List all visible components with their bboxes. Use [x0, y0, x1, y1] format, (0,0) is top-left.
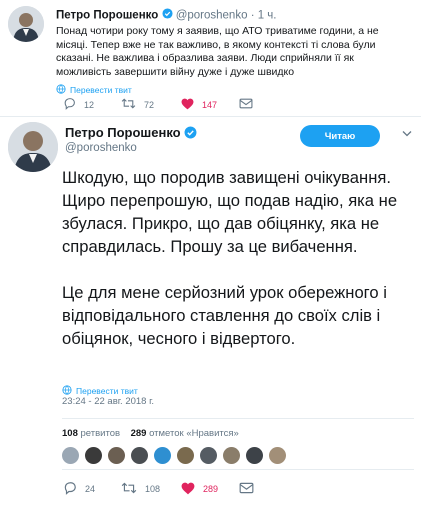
- divider: [62, 418, 414, 419]
- retweet-icon: [121, 97, 136, 112]
- liker-avatar[interactable]: [223, 447, 240, 464]
- verified-badge-icon: [161, 8, 173, 23]
- liker-avatar[interactable]: [200, 447, 217, 464]
- globe-icon: [56, 84, 66, 96]
- retweets-total: 108: [62, 428, 78, 439]
- verified-badge-icon: [184, 126, 197, 142]
- reply-count: 24: [85, 484, 96, 494]
- engagement-stats: 108 ретвитов 289 отметок «Нравится»: [62, 428, 239, 439]
- retweet-button[interactable]: 72: [121, 97, 181, 112]
- likers-avatars: [62, 447, 286, 464]
- tweet-header: Петро Порошенко @poroshenko · 1 ч.: [56, 8, 410, 23]
- retweet-count: 72: [144, 99, 155, 110]
- likes-label: отметок «Нравится»: [149, 428, 239, 439]
- liker-avatar[interactable]: [108, 447, 125, 464]
- author-name-label: Петро Порошенко: [65, 125, 181, 140]
- retweet-icon: [121, 481, 137, 497]
- like-button[interactable]: 147: [181, 98, 239, 112]
- liker-avatar[interactable]: [154, 447, 171, 464]
- author-name[interactable]: Петро Порошенко: [56, 10, 158, 22]
- divider: [62, 469, 414, 470]
- like-button[interactable]: 289: [181, 482, 239, 497]
- liker-avatar[interactable]: [269, 447, 286, 464]
- liker-avatar[interactable]: [131, 447, 148, 464]
- heart-icon: [181, 482, 195, 497]
- envelope-icon: [239, 482, 254, 496]
- retweets-stat[interactable]: 108 ретвитов: [62, 428, 120, 439]
- tweet-paragraph-2: Це для мене серйозний урок обережного і …: [62, 283, 387, 348]
- translate-label: Перевести твит: [70, 85, 132, 96]
- retweet-button[interactable]: 108: [121, 481, 181, 497]
- avatar[interactable]: [8, 122, 58, 172]
- dm-button[interactable]: [239, 482, 254, 496]
- tweet-timestamp[interactable]: 23:24 - 22 авг. 2018 г.: [62, 396, 154, 407]
- reply-button[interactable]: 24: [63, 481, 121, 497]
- likes-stat[interactable]: 289 отметок «Нравится»: [131, 428, 239, 439]
- divider: [0, 116, 421, 117]
- reply-count: 12: [84, 99, 95, 110]
- liker-avatar[interactable]: [85, 447, 102, 464]
- liker-avatar[interactable]: [246, 447, 263, 464]
- likes-total: 289: [130, 428, 147, 439]
- retweet-count: 108: [145, 484, 161, 494]
- tweet-time[interactable]: · 1 ч.: [251, 10, 277, 22]
- like-count: 289: [203, 484, 219, 494]
- heart-icon: [181, 98, 194, 112]
- like-count: 147: [202, 99, 218, 110]
- envelope-icon: [239, 98, 253, 111]
- translate-label: Перевести твит: [76, 386, 138, 396]
- tweet-text: Понад чотири року тому я заявив, що АТО …: [56, 25, 379, 78]
- tweet-actions: 24 108 289: [63, 481, 254, 497]
- tweet-paragraph-1: Шкодую, що породив завищені очікування. …: [62, 168, 398, 256]
- translate-link[interactable]: Перевести твит: [56, 84, 410, 96]
- tweet-text: Шкодую, що породив завищені очікування. …: [62, 166, 412, 350]
- reply-icon: [63, 97, 76, 112]
- following-button[interactable]: Читаю: [300, 125, 380, 147]
- author-handle[interactable]: @poroshenko: [65, 142, 137, 154]
- retweets-label: ретвитов: [80, 428, 121, 439]
- author-handle[interactable]: @poroshenko: [176, 10, 248, 22]
- chevron-down-icon[interactable]: [400, 126, 414, 140]
- liker-avatar[interactable]: [62, 447, 79, 464]
- liker-avatar[interactable]: [177, 447, 194, 464]
- avatar[interactable]: [8, 6, 44, 42]
- parent-tweet[interactable]: Петро Порошенко @poroshenko · 1 ч. Понад…: [0, 0, 421, 116]
- author-name[interactable]: Петро Порошенко: [65, 125, 197, 142]
- tweet-actions: 12 72 147: [63, 97, 253, 112]
- reply-button[interactable]: 12: [63, 97, 121, 112]
- dm-button[interactable]: [239, 98, 253, 111]
- reply-icon: [63, 481, 77, 497]
